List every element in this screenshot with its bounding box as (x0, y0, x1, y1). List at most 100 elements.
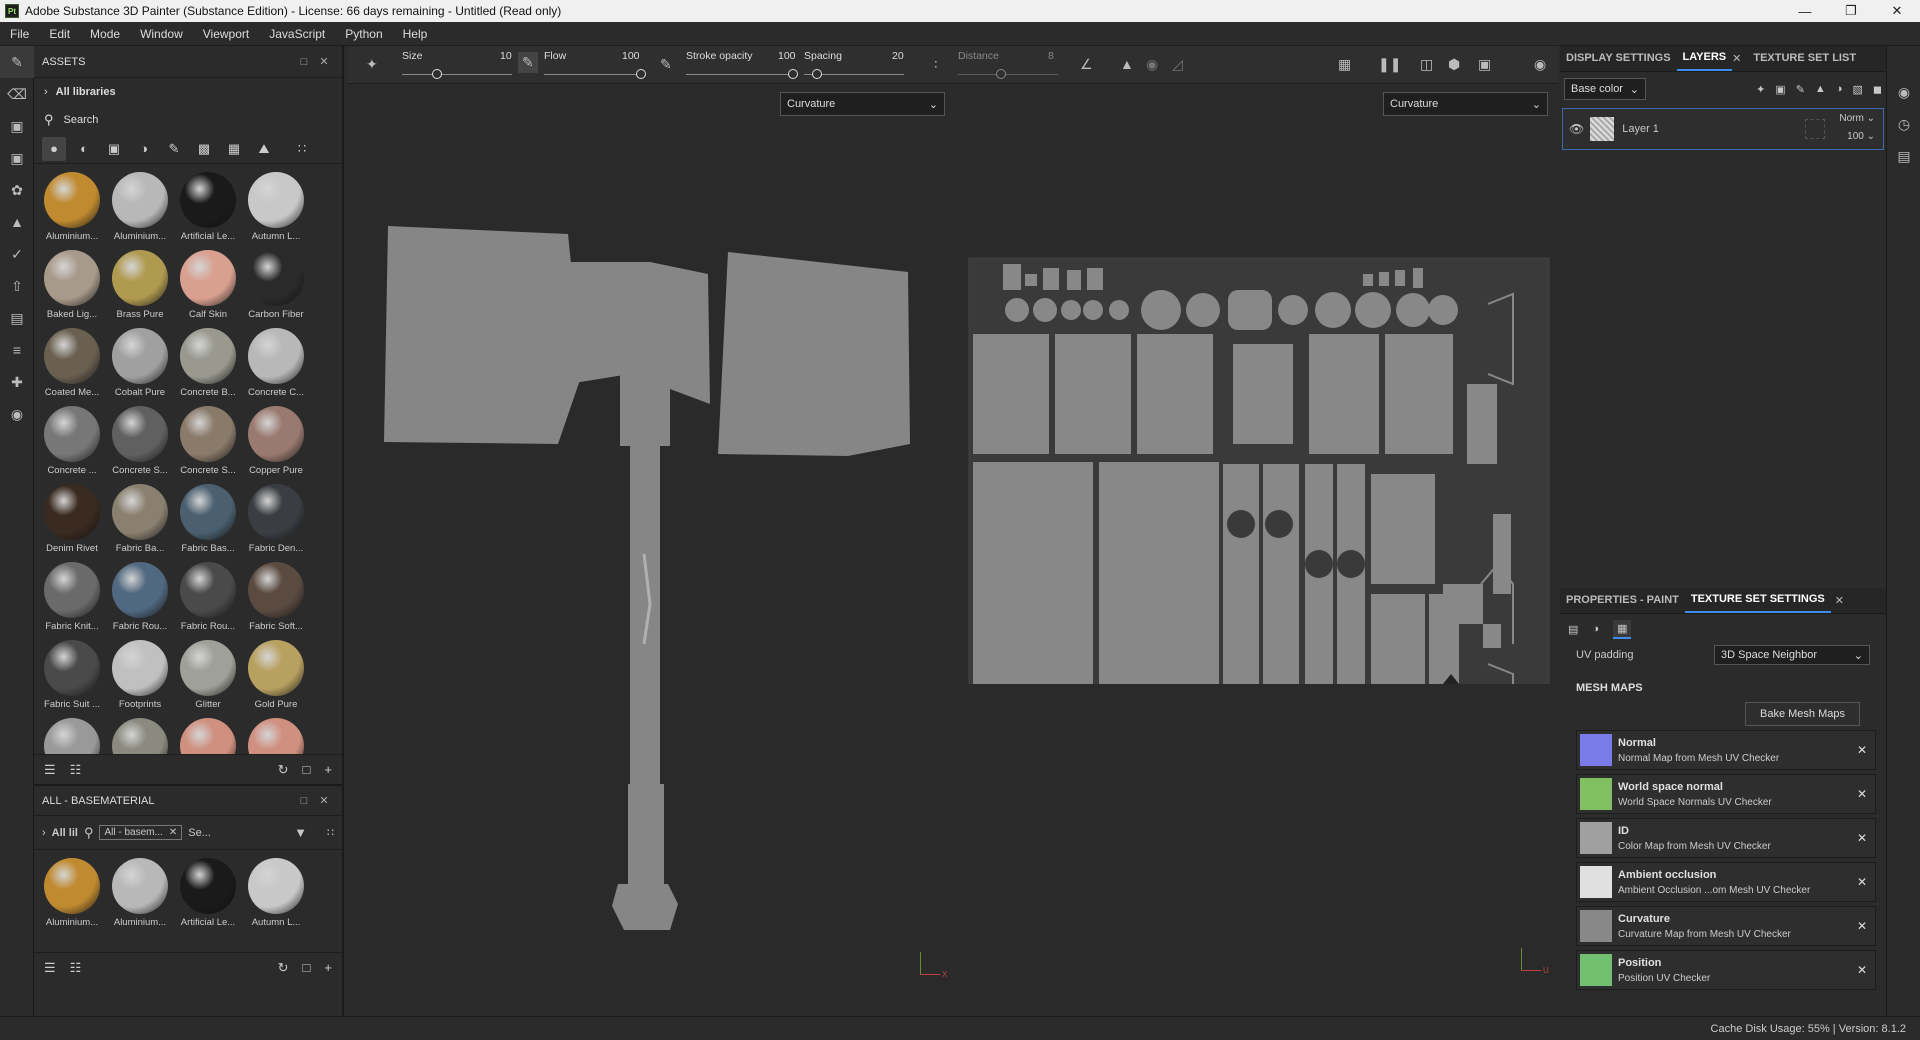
delete-icon[interactable]: ◼ (1873, 83, 1882, 96)
menu-viewport[interactable]: Viewport (193, 27, 259, 41)
pen-pressure-icon[interactable]: ✎ (660, 56, 672, 73)
spacing-slider[interactable]: Spacing 20 (804, 50, 904, 79)
display-mode-icon[interactable]: ⬢ (1448, 56, 1460, 73)
add-icon[interactable]: + (324, 960, 332, 975)
lazy-mouse-icon[interactable]: ✦ (366, 56, 378, 73)
material-tile[interactable]: Fabric Soft... (242, 562, 310, 640)
remove-map-icon[interactable]: ✕ (1857, 963, 1867, 977)
list-view-icon[interactable]: ☰ (44, 762, 56, 778)
add-effect-icon[interactable]: ✦ (1756, 83, 1765, 96)
close-tab-icon[interactable]: ✕ (1835, 594, 1844, 607)
history-icon[interactable]: ◷ (1887, 108, 1920, 140)
alignment-icon[interactable]: ∠ (1080, 56, 1093, 73)
menu-file[interactable]: File (0, 27, 39, 41)
menu-help[interactable]: Help (393, 27, 438, 41)
close-tab-icon[interactable]: ✕ (1732, 52, 1741, 65)
shader-icon[interactable]: ◉ (1887, 76, 1920, 108)
material-tile[interactable]: Fabric Den... (242, 484, 310, 562)
close-panel-icon[interactable]: ✕ (314, 794, 334, 807)
mesh-map-item[interactable]: Curvature Curvature Map from Mesh UV Chec… (1576, 906, 1876, 946)
texture-set-icon[interactable]: ▤ (1568, 623, 1578, 636)
material-tile[interactable]: Concrete S... (106, 406, 174, 484)
stroke-opacity-slider[interactable]: Stroke opacity 100 (686, 50, 798, 79)
layer-row[interactable]: 👁 Layer 1 Norm ⌄ 100 ⌄ (1562, 108, 1884, 150)
search-input[interactable]: Search (64, 114, 99, 126)
opacity-knob[interactable] (788, 69, 798, 79)
search-input[interactable]: Se... (188, 827, 211, 839)
filter-tag[interactable]: All - basem... ✕ (99, 825, 183, 840)
view-mode-icon[interactable]: ◫ (1420, 56, 1433, 73)
material-tile[interactable]: Artificial Le... (174, 172, 242, 250)
mesh-map-item[interactable]: Position Position UV Checker ✕ (1576, 950, 1876, 990)
minimize-icon[interactable]: — (1782, 0, 1828, 22)
layer-name[interactable]: Layer 1 (1622, 123, 1659, 135)
menu-edit[interactable]: Edit (39, 27, 80, 41)
new-window-icon[interactable]: □ (303, 762, 311, 777)
flow-slider[interactable]: Flow 100 (544, 50, 646, 79)
material-tile[interactable]: Baked Lig... (38, 250, 106, 328)
distance-slider[interactable]: Distance 8 (958, 50, 1058, 79)
color-picker-icon[interactable]: ✓ (0, 238, 34, 270)
material-tile[interactable]: Footprints (106, 640, 174, 718)
remove-map-icon[interactable]: ✕ (1857, 743, 1867, 757)
material-tile[interactable]: Glitter (174, 640, 242, 718)
annotation-icon[interactable]: ✚ (0, 366, 34, 398)
distance-knob[interactable] (996, 69, 1006, 79)
material-tile[interactable]: Copper Pure (242, 406, 310, 484)
mesh-map-item[interactable]: Ambient occlusion Ambient Occlusion ...om… (1576, 862, 1876, 902)
material-tile[interactable]: Fabric Ba... (106, 484, 174, 562)
size-slider[interactable]: Size 10 (402, 50, 512, 79)
funnel-icon[interactable]: ▼ (294, 825, 307, 840)
material-tile[interactable]: Autumn L... (242, 858, 310, 936)
bake-icon[interactable]: ▤ (0, 302, 34, 334)
stroke-options-icon[interactable]: ∶ (934, 56, 938, 73)
pen-pressure-icon[interactable]: ✎ (518, 52, 538, 73)
eye-icon[interactable]: 👁 (1569, 122, 1584, 136)
chevron-right-icon[interactable]: › (42, 827, 46, 839)
stroke-opacity-value[interactable]: 100 (778, 50, 796, 62)
material-tile[interactable]: Gold Pure (242, 640, 310, 718)
material-tile[interactable] (38, 718, 106, 754)
spacing-value[interactable]: 20 (892, 50, 904, 62)
close-icon[interactable]: ✕ (1874, 0, 1920, 22)
particles-icon[interactable]: ▩ (192, 137, 216, 161)
close-icon[interactable]: ✕ (169, 827, 177, 838)
grid-view-icon[interactable]: ∷ (290, 137, 314, 161)
material-tile[interactable]: Aluminium... (38, 172, 106, 250)
material-tile[interactable]: Autumn L... (242, 172, 310, 250)
procedurals-icon[interactable]: ◑ (132, 137, 156, 161)
import-icon[interactable]: ☷ (70, 762, 82, 778)
screenshot-icon[interactable]: ◉ (0, 398, 34, 430)
camera-mode-icon[interactable]: ▣ (1478, 56, 1491, 73)
material-tile[interactable]: Concrete S... (174, 406, 242, 484)
eraser-icon[interactable]: ⌫ (0, 78, 34, 110)
all-libraries-short[interactable]: All lil (52, 827, 78, 839)
add-folder-icon[interactable]: ▧ (1852, 83, 1862, 96)
material-tile[interactable] (174, 718, 242, 754)
brushes-icon[interactable]: ✎ (162, 137, 186, 161)
clone-stamp-icon[interactable]: ▲ (0, 206, 34, 238)
polygon-fill-icon[interactable]: ▣ (0, 142, 34, 174)
log-icon[interactable]: ▤ (1887, 140, 1920, 172)
material-tile[interactable]: Fabric Knit... (38, 562, 106, 640)
material-tile[interactable]: Fabric Rou... (174, 562, 242, 640)
material-tile[interactable] (242, 718, 310, 754)
material-tile[interactable]: Concrete C... (242, 328, 310, 406)
add-mask-icon[interactable]: ▣ (1775, 83, 1785, 96)
viewport-2d[interactable]: Curvature ⌄ U (953, 84, 1558, 1010)
materials-filter-icon[interactable]: ● (42, 136, 66, 161)
angle-icon[interactable]: ◿ (1172, 56, 1183, 73)
tab-texture-set-list[interactable]: TEXTURE SET LIST (1747, 45, 1862, 71)
remove-map-icon[interactable]: ✕ (1857, 787, 1867, 801)
flow-knob[interactable] (636, 69, 646, 79)
material-tile[interactable]: Fabric Bas... (174, 484, 242, 562)
menu-window[interactable]: Window (130, 27, 193, 41)
material-tile[interactable]: Coated Me... (38, 328, 106, 406)
environments-icon[interactable]: ⛰ (252, 137, 276, 161)
viewport-3d[interactable]: Curvature ⌄ X (348, 84, 950, 1010)
spacing-knob[interactable] (812, 69, 822, 79)
search-icon[interactable]: ⚲ (84, 825, 94, 841)
material-tile[interactable]: Artificial Le... (174, 858, 242, 936)
new-window-icon[interactable]: □ (303, 960, 311, 975)
layer-opacity[interactable]: 100 ⌄ (1847, 131, 1875, 142)
